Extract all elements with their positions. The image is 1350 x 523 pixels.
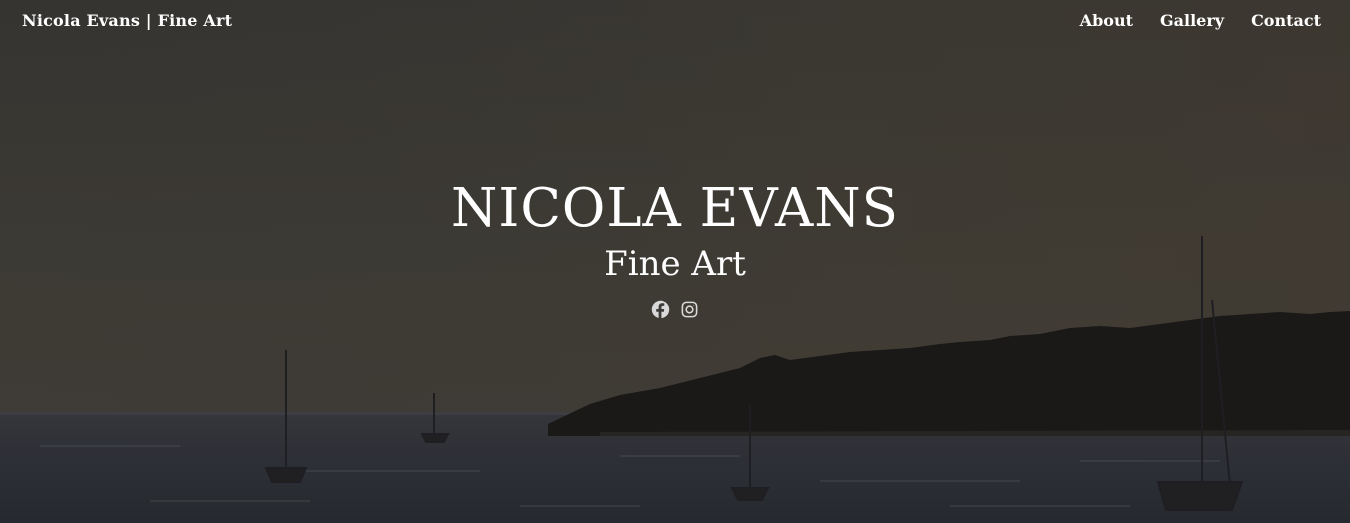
nav-link-gallery[interactable]: Gallery bbox=[1160, 11, 1224, 30]
hero-subtitle: Fine Art bbox=[604, 244, 746, 284]
main-nav: About Gallery Contact bbox=[1080, 11, 1321, 30]
instagram-icon[interactable] bbox=[680, 300, 699, 319]
hero-title: NICOLA EVANS bbox=[451, 178, 899, 239]
top-navigation: Nicola Evans | Fine Art About Gallery Co… bbox=[0, 0, 1350, 44]
hero-content: NICOLA EVANS Fine Art bbox=[0, 176, 1350, 319]
hero-section: Nicola Evans | Fine Art About Gallery Co… bbox=[0, 0, 1350, 523]
nav-link-about[interactable]: About bbox=[1080, 11, 1133, 30]
site-brand-link[interactable]: Nicola Evans | Fine Art bbox=[22, 11, 232, 30]
social-links bbox=[0, 300, 1350, 319]
facebook-icon[interactable] bbox=[651, 300, 670, 319]
nav-link-contact[interactable]: Contact bbox=[1251, 11, 1321, 30]
